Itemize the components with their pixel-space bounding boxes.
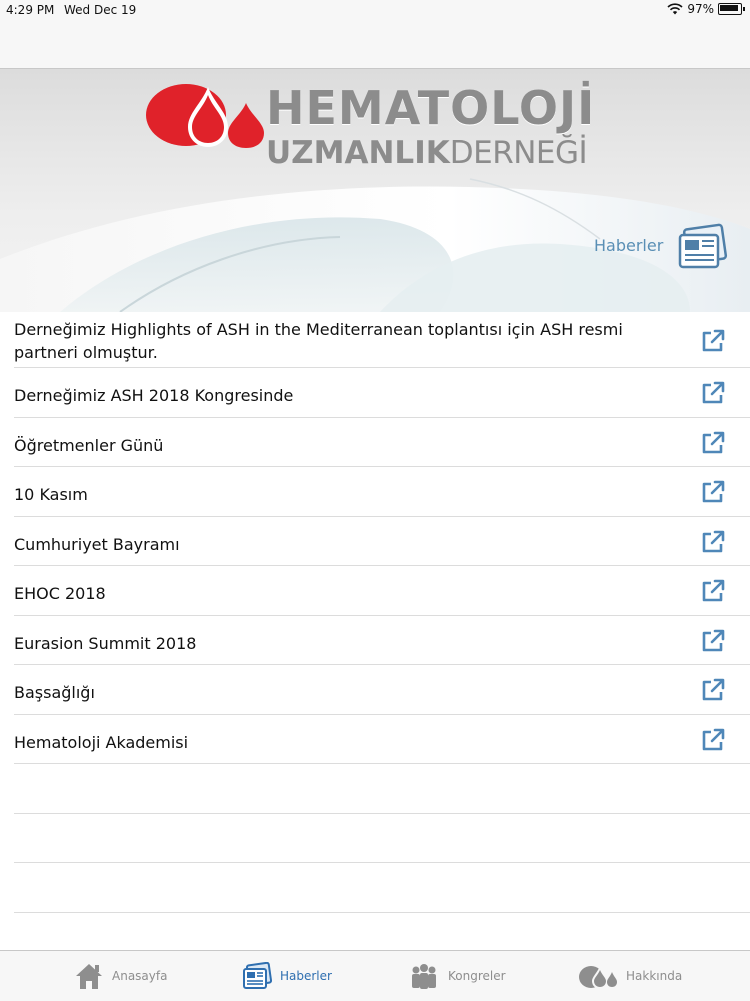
external-link-icon[interactable] [700,677,726,703]
news-row[interactable]: Başsağlığı [14,665,750,715]
news-row[interactable]: 10 Kasım [14,467,750,517]
external-link-icon[interactable] [700,380,726,406]
empty-row [14,764,750,814]
tab-anasayfa[interactable]: Anasayfa [74,951,167,1001]
tab-kongreler[interactable]: Kongreler [408,951,506,1001]
status-date: Wed Dec 19 [64,3,137,17]
empty-row [14,863,750,913]
status-right: 97% [667,2,745,16]
tab-hakkinda[interactable]: Hakkında [578,951,682,1001]
news-row[interactable]: Derneğimiz Highlights of ASH in the Medi… [14,312,750,368]
tab-haberler[interactable]: Haberler [242,951,332,1001]
external-link-icon[interactable] [700,529,726,555]
people-icon [412,964,436,989]
news-row[interactable]: Eurasion Summit 2018 [14,616,750,665]
logo-subtitle-light: DERNEĞİ [449,135,588,171]
logo-subtitle: UZMANLIKDERNEĞİ [266,135,588,171]
drop-icon [579,966,617,989]
news-row[interactable]: Derneğimiz ASH 2018 Kongresinde [14,368,750,418]
navigation-bar [0,22,750,69]
empty-row [14,814,750,863]
news-title: Öğretmenler Günü [14,435,164,455]
tab-label: Kongreler [448,969,506,983]
news-row[interactable]: Öğretmenler Günü [14,418,750,467]
news-title: EHOC 2018 [14,584,106,603]
section-title: Haberler [594,236,664,255]
news-title: Derneğimiz Highlights of ASH in the Medi… [14,320,623,362]
tab-label: Anasayfa [112,969,168,983]
newspaper-icon [678,223,728,269]
external-link-icon[interactable] [700,628,726,654]
external-link-icon[interactable] [700,727,726,753]
tab-label: Haberler [280,969,332,983]
home-icon [76,964,102,989]
news-title: Hematoloji Akademisi [14,732,189,752]
news-row[interactable]: Cumhuriyet Bayramı [14,517,750,566]
logo-drops-icon [146,84,264,148]
news-title: Derneğimiz ASH 2018 Kongresinde [14,386,294,405]
news-title: 10 Kasım [14,485,88,504]
tab-label: Hakkında [626,969,683,983]
status-bar: 4:29 PM Wed Dec 19 97% [0,0,750,22]
news-row[interactable]: Hematoloji Akademisi [14,715,750,764]
news-title: Cumhuriyet Bayramı [14,534,180,554]
newspaper-icon [243,962,272,989]
external-link-icon[interactable] [700,479,726,505]
external-link-icon[interactable] [700,578,726,604]
logo-subtitle-bold: UZMANLIK [266,135,450,171]
tab-bar: Anasayfa Haberler Kongreler Hakkında [0,950,750,1001]
status-time: 4:29 PM [6,3,55,17]
news-title: Eurasion Summit 2018 [14,633,197,653]
battery-icon [718,3,745,15]
news-title: Başsağlığı [14,683,95,702]
news-list: Derneğimiz Highlights of ASH in the Medi… [14,312,750,913]
logo-title: HEMATOLOJİ [266,81,596,135]
battery-percent: 97% [687,2,714,16]
external-link-icon[interactable] [700,328,726,354]
wifi-icon [667,3,683,15]
header-banner: HEMATOLOJİ UZMANLIKDERNEĞİ Haberler [0,69,750,312]
news-row[interactable]: EHOC 2018 [14,566,750,616]
external-link-icon[interactable] [700,430,726,456]
